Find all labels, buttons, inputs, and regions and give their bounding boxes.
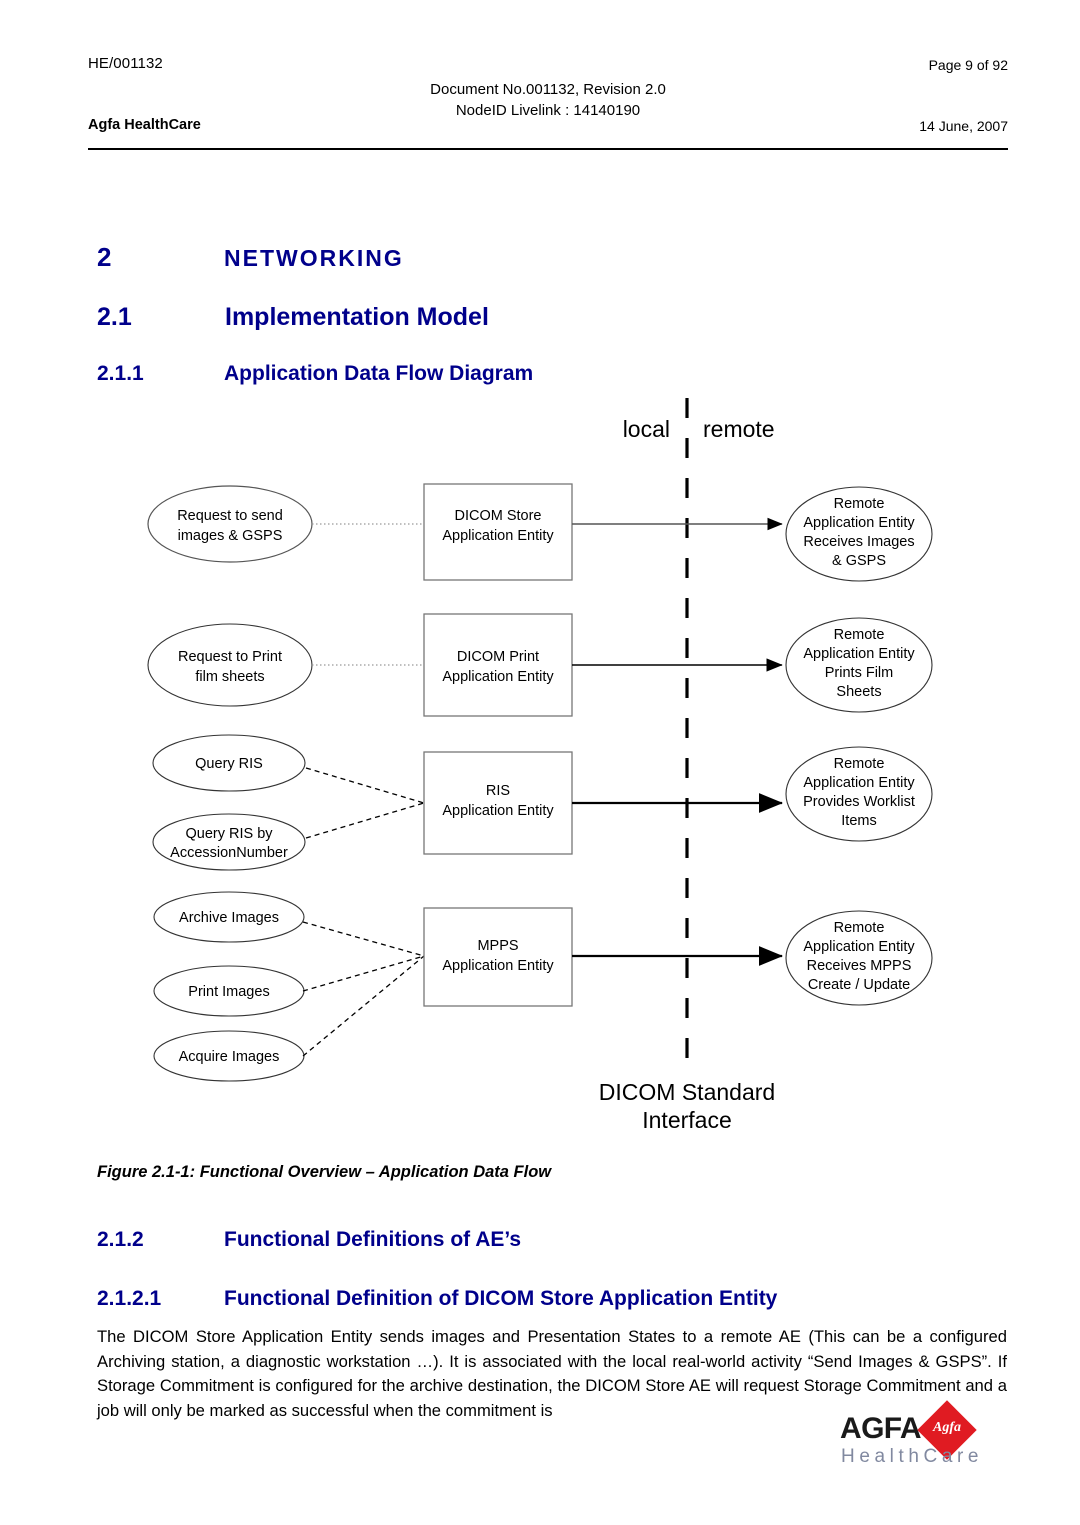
- box-label: MPPS: [477, 938, 518, 954]
- row-dicom-store: Request to send images & GSPS DICOM Stor…: [147, 483, 933, 582]
- heading-application-data-flow-diagram: 2.1.1 Application Data Flow Diagram: [97, 362, 1012, 386]
- ellipse-label: images & GSPS: [178, 528, 283, 544]
- document-revision: Document No.001132, Revision 2.0: [430, 81, 666, 98]
- connector-dashed: [305, 767, 425, 804]
- boundary-label-line1: DICOM Standard: [599, 1079, 775, 1105]
- ellipse-label: Request to Print: [178, 649, 282, 665]
- heading-functional-definitions: 2.1.2 Functional Definitions of AE’s: [97, 1228, 1012, 1252]
- heading-text: Functional Definition of DICOM Store App…: [224, 1287, 778, 1310]
- document-id: HE/001132: [88, 55, 163, 72]
- ellipse-label: & GSPS: [832, 553, 886, 569]
- heading-number: 2.1.2.1: [97, 1287, 162, 1310]
- boundary-label-line2: Interface: [642, 1107, 732, 1133]
- ellipse-label: AccessionNumber: [170, 845, 288, 861]
- header-divider: [88, 148, 1008, 150]
- healthcare-wordmark: HealthCare: [841, 1446, 984, 1467]
- diagram-svg: local remote DICOM Standard Interface Re…: [147, 398, 933, 1133]
- ellipse-request-to-send: [147, 485, 313, 563]
- box-dicom-print-ae: [423, 613, 573, 717]
- heading-number: 2.1: [97, 303, 132, 331]
- ellipse-label: Query RIS by: [185, 826, 273, 842]
- ellipse-label: Archive Images: [179, 910, 279, 926]
- heading-number: 2: [97, 242, 112, 272]
- ellipse-label: film sheets: [195, 669, 264, 685]
- ellipse-label: Request to send: [177, 508, 283, 524]
- ellipse-label: Prints Film: [825, 665, 893, 681]
- nodeid-livelink: NodeID Livelink : 14140190: [455, 102, 641, 119]
- heading-text: Implementation Model: [225, 303, 489, 331]
- ellipse-label: Remote: [834, 496, 885, 512]
- ellipse-label: Provides Worklist: [803, 794, 915, 810]
- box-label: Application Entity: [442, 669, 554, 685]
- box-label: RIS: [486, 783, 510, 799]
- connector-dashed: [302, 921, 425, 957]
- heading-number: 2.1.1: [97, 362, 144, 385]
- document-date: 14 June, 2007: [919, 118, 1008, 134]
- heading-text: Application Data Flow Diagram: [224, 362, 534, 385]
- company-name: Agfa HealthCare: [88, 117, 201, 133]
- box-label: DICOM Store: [454, 508, 541, 524]
- box-label: Application Entity: [442, 958, 554, 974]
- ellipse-request-to-print: [147, 623, 313, 707]
- ellipse-label: Remote: [834, 627, 885, 643]
- box-mpps-ae: [423, 907, 573, 1007]
- header-center-block: Document No.001132, Revision 2.0 NodeID …: [88, 79, 1008, 121]
- heading-text: NETWORKING: [224, 245, 404, 271]
- connector-dashed: [302, 955, 425, 992]
- box-label: Application Entity: [442, 528, 554, 544]
- ellipse-label: Application Entity: [803, 775, 915, 791]
- ellipse-label: Remote: [834, 920, 885, 936]
- body-paragraph: The DICOM Store Application Entity sends…: [97, 1327, 1007, 1420]
- heading-functional-definition-dicom-store: 2.1.2.1 Functional Definition of DICOM St…: [97, 1287, 1012, 1311]
- ellipse-label: Print Images: [188, 984, 269, 1000]
- ellipse-label: Create / Update: [808, 977, 910, 993]
- ellipse-label: Sheets: [836, 684, 881, 700]
- ellipse-query-ris-by-accession: [152, 813, 306, 871]
- row-mpps: Archive Images Print Images Acquire Imag…: [153, 891, 933, 1082]
- row-ris: Query RIS Query RIS by AccessionNumber R…: [152, 734, 933, 871]
- heading-implementation-model: 2.1 Implementation Model: [97, 303, 1012, 332]
- local-label: local: [623, 416, 670, 442]
- ellipse-label: Remote: [834, 756, 885, 772]
- ellipse-label: Receives MPPS: [807, 958, 912, 974]
- ellipse-label: Items: [841, 813, 876, 829]
- remote-label: remote: [703, 416, 775, 442]
- agfa-wordmark: AGFA: [840, 1412, 922, 1445]
- agfa-diamond-label: Agfa: [933, 1420, 961, 1435]
- figure-caption: Figure 2.1-1: Functional Overview – Appl…: [97, 1163, 552, 1181]
- connector-dashed: [305, 802, 425, 839]
- ellipse-label: Acquire Images: [179, 1049, 280, 1065]
- page-header: HE/001132 Page 9 of 92 Document No.00113…: [88, 55, 1008, 150]
- box-label: DICOM Print: [457, 649, 539, 665]
- heading-networking: 2 NETWORKING: [97, 242, 1012, 273]
- ellipse-label: Application Entity: [803, 646, 915, 662]
- row-dicom-print: Request to Print film sheets DICOM Print…: [147, 613, 933, 717]
- connector-dashed: [302, 955, 425, 1057]
- application-data-flow-diagram: local remote DICOM Standard Interface Re…: [0, 390, 1080, 1150]
- ellipse-label: Query RIS: [195, 756, 263, 772]
- ellipse-label: Application Entity: [803, 515, 915, 531]
- box-label: Application Entity: [442, 803, 554, 819]
- page-number: Page 9 of 92: [928, 57, 1008, 73]
- ellipse-label: Receives Images: [803, 534, 914, 550]
- agfa-healthcare-logo: AGFA Agfa HealthCare: [840, 1400, 990, 1474]
- heading-number: 2.1.2: [97, 1228, 144, 1251]
- heading-text: Functional Definitions of AE’s: [224, 1228, 522, 1251]
- ellipse-label: Application Entity: [803, 939, 915, 955]
